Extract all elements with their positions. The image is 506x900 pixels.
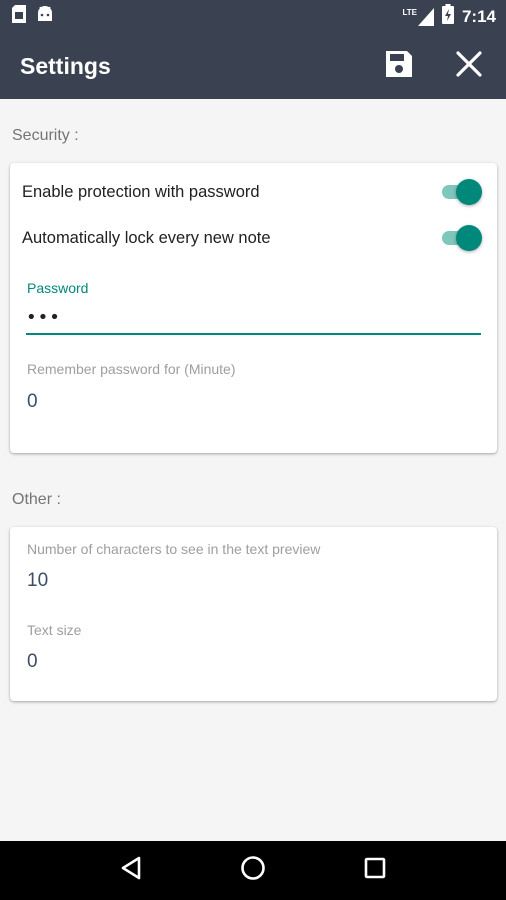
back-icon [119,856,143,885]
other-section-header: Other : [12,491,61,508]
password-label: Password [27,280,89,296]
auto-lock-row[interactable]: Automatically lock every new note [22,221,482,255]
text-size-input[interactable]: 0 [27,651,38,673]
status-left-icons [12,5,54,28]
settings-content: Security : Enable protection with passwo… [0,99,506,841]
text-size-label: Text size [27,622,82,638]
preview-chars-label: Number of characters to see in the text … [27,541,321,557]
home-button[interactable] [228,846,278,896]
security-card: Enable protection with password Automati… [10,163,497,453]
battery-icon [441,4,454,29]
signal-icon: LTE [402,7,434,26]
network-type-text: LTE [402,7,417,17]
recents-icon [364,857,386,884]
status-bar: LTE 7:14 [0,0,506,33]
status-right-icons: LTE 7:14 [402,4,496,29]
remember-password-label: Remember password for (Minute) [27,361,236,377]
back-button[interactable] [106,846,156,896]
other-card: Number of characters to see in the text … [10,527,497,701]
enable-protection-switch[interactable] [440,179,482,205]
navigation-bar [0,841,506,900]
close-button[interactable] [452,49,486,83]
password-input[interactable] [26,305,481,335]
close-icon [456,50,482,82]
save-icon [384,49,414,84]
status-time: 7:14 [461,6,496,26]
home-icon [240,855,266,886]
remember-password-input[interactable]: 0 [27,391,38,413]
preview-chars-input[interactable]: 10 [27,570,48,592]
auto-lock-label: Automatically lock every new note [22,228,271,247]
app-bar-actions [382,49,486,83]
enable-protection-label: Enable protection with password [22,182,260,201]
sim-card-icon [12,5,26,28]
save-button[interactable] [382,49,416,83]
auto-lock-switch[interactable] [440,225,482,251]
security-section-header: Security : [12,127,79,144]
android-icon [36,5,54,28]
switch-thumb [456,179,482,205]
enable-protection-row[interactable]: Enable protection with password [22,175,482,209]
app-bar: Settings [0,33,506,99]
page-title: Settings [20,52,111,79]
recents-button[interactable] [350,846,400,896]
switch-thumb [456,225,482,251]
